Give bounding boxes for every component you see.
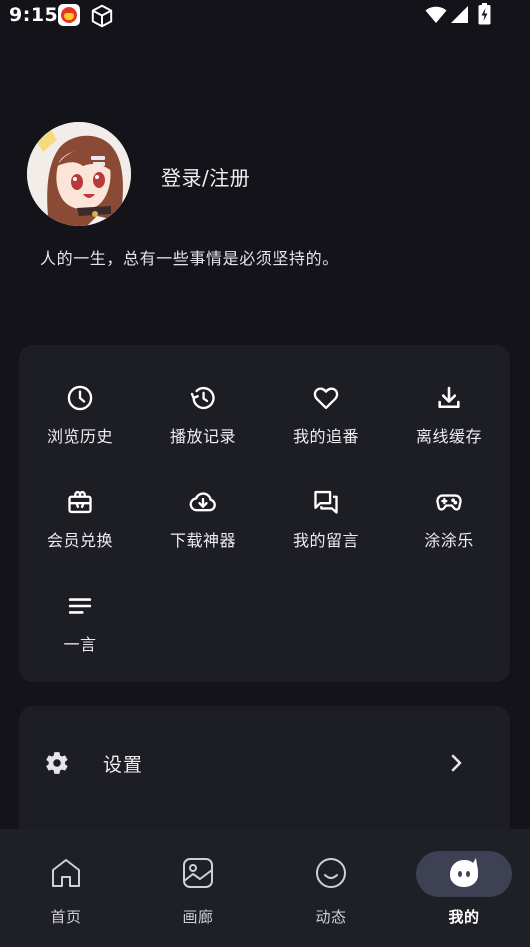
nav-feed[interactable]: 动态	[265, 829, 397, 947]
grid-item-label: 会员兑换	[46, 531, 113, 550]
grid-item-label: 浏览历史	[46, 427, 113, 446]
feature-grid-card: 浏览历史 播放记录 我的追番 离线缓存 会员兑换 下载神器 我的留言 涂涂乐 一…	[19, 345, 510, 682]
lines-icon	[66, 592, 94, 620]
chevron-right-icon	[451, 754, 462, 772]
forum-icon	[312, 488, 340, 516]
grid-item-doodle[interactable]: 涂涂乐	[394, 483, 504, 573]
mascot-icon	[446, 855, 482, 891]
login-register-link[interactable]: 登录/注册	[161, 162, 250, 191]
gear-icon	[46, 752, 68, 774]
grid-item-browse-history[interactable]: 浏览历史	[25, 379, 135, 469]
status-time: 9:15	[9, 4, 59, 26]
clock-icon	[66, 384, 94, 412]
grid-item-download-tool[interactable]: 下载神器	[148, 483, 258, 573]
gamepad-icon	[435, 488, 463, 516]
gallery-icon	[180, 855, 216, 891]
nav-home-label: 首页	[50, 908, 82, 926]
grid-item-label: 下载神器	[169, 531, 236, 550]
history-icon	[189, 384, 217, 412]
grid-item-label: 我的留言	[292, 531, 359, 550]
grid-item-label: 我的追番	[292, 427, 359, 446]
profile-motto: 人的一生，总有一些事情是必须坚持的。	[40, 249, 339, 268]
cube-icon	[91, 4, 113, 28]
grid-item-label: 涂涂乐	[424, 531, 474, 550]
home-icon	[48, 855, 84, 891]
wifi-icon	[425, 6, 447, 23]
grid-item-label: 一言	[63, 635, 97, 654]
grid-item-my-follows[interactable]: 我的追番	[271, 379, 381, 469]
app-notification-icon	[58, 4, 80, 26]
signal-icon	[451, 6, 468, 23]
grid-item-offline-cache[interactable]: 离线缓存	[394, 379, 504, 469]
grid-item-play-record[interactable]: 播放记录	[148, 379, 258, 469]
settings-label: 设置	[103, 754, 144, 776]
grid-item-label: 离线缓存	[415, 427, 482, 446]
status-bar: 9:15	[0, 0, 530, 32]
bottom-nav: 首页 画廊 动态 我的	[0, 829, 530, 947]
smile-icon	[313, 855, 349, 891]
battery-charging-icon	[478, 3, 491, 25]
download-icon	[435, 384, 463, 412]
nav-gallery-label: 画廊	[182, 908, 214, 926]
avatar[interactable]	[27, 122, 131, 226]
profile-screen: 9:15 登录/注册 人的一生，总有一些事情是必须坚持的。 浏览历史 播放记录 …	[0, 0, 530, 947]
settings-row[interactable]: 设置	[19, 730, 510, 796]
heart-icon	[312, 384, 340, 412]
redeem-icon	[66, 488, 94, 516]
nav-feed-label: 动态	[315, 908, 347, 926]
nav-home[interactable]: 首页	[0, 829, 132, 947]
grid-item-label: 播放记录	[169, 427, 236, 446]
grid-item-hitokoto[interactable]: 一言	[25, 587, 135, 677]
nav-gallery[interactable]: 画廊	[132, 829, 264, 947]
grid-item-my-messages[interactable]: 我的留言	[271, 483, 381, 573]
nav-mine[interactable]: 我的	[398, 829, 530, 947]
grid-item-member-redeem[interactable]: 会员兑换	[25, 483, 135, 573]
nav-mine-label: 我的	[448, 908, 480, 926]
cloud-download-icon	[189, 488, 217, 516]
